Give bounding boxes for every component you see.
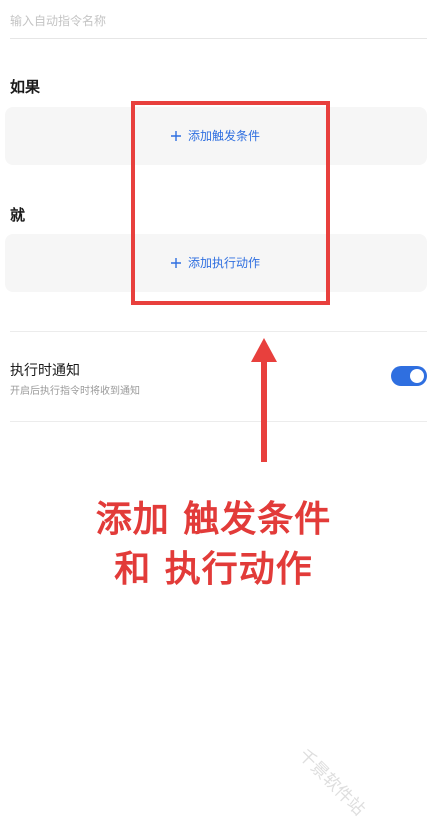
then-section-title: 就 bbox=[10, 206, 26, 224]
divider bbox=[10, 331, 427, 332]
command-name-input[interactable] bbox=[10, 4, 427, 39]
up-arrow-icon bbox=[251, 338, 277, 462]
highlight-box bbox=[131, 101, 330, 305]
notify-on-run-title: 执行时通知 bbox=[10, 363, 80, 379]
divider bbox=[10, 421, 427, 422]
annotation-line-1: 添加 触发条件 bbox=[95, 499, 332, 540]
annotation-line-2: 和 执行动作 bbox=[114, 549, 313, 590]
if-section-title: 如果 bbox=[10, 78, 41, 96]
watermark: 千景软件站 bbox=[294, 745, 369, 820]
toggle-knob bbox=[410, 369, 424, 383]
notify-on-run-toggle[interactable] bbox=[391, 366, 427, 386]
notify-on-run-subtitle: 开启后执行指令时将收到通知 bbox=[10, 386, 140, 397]
